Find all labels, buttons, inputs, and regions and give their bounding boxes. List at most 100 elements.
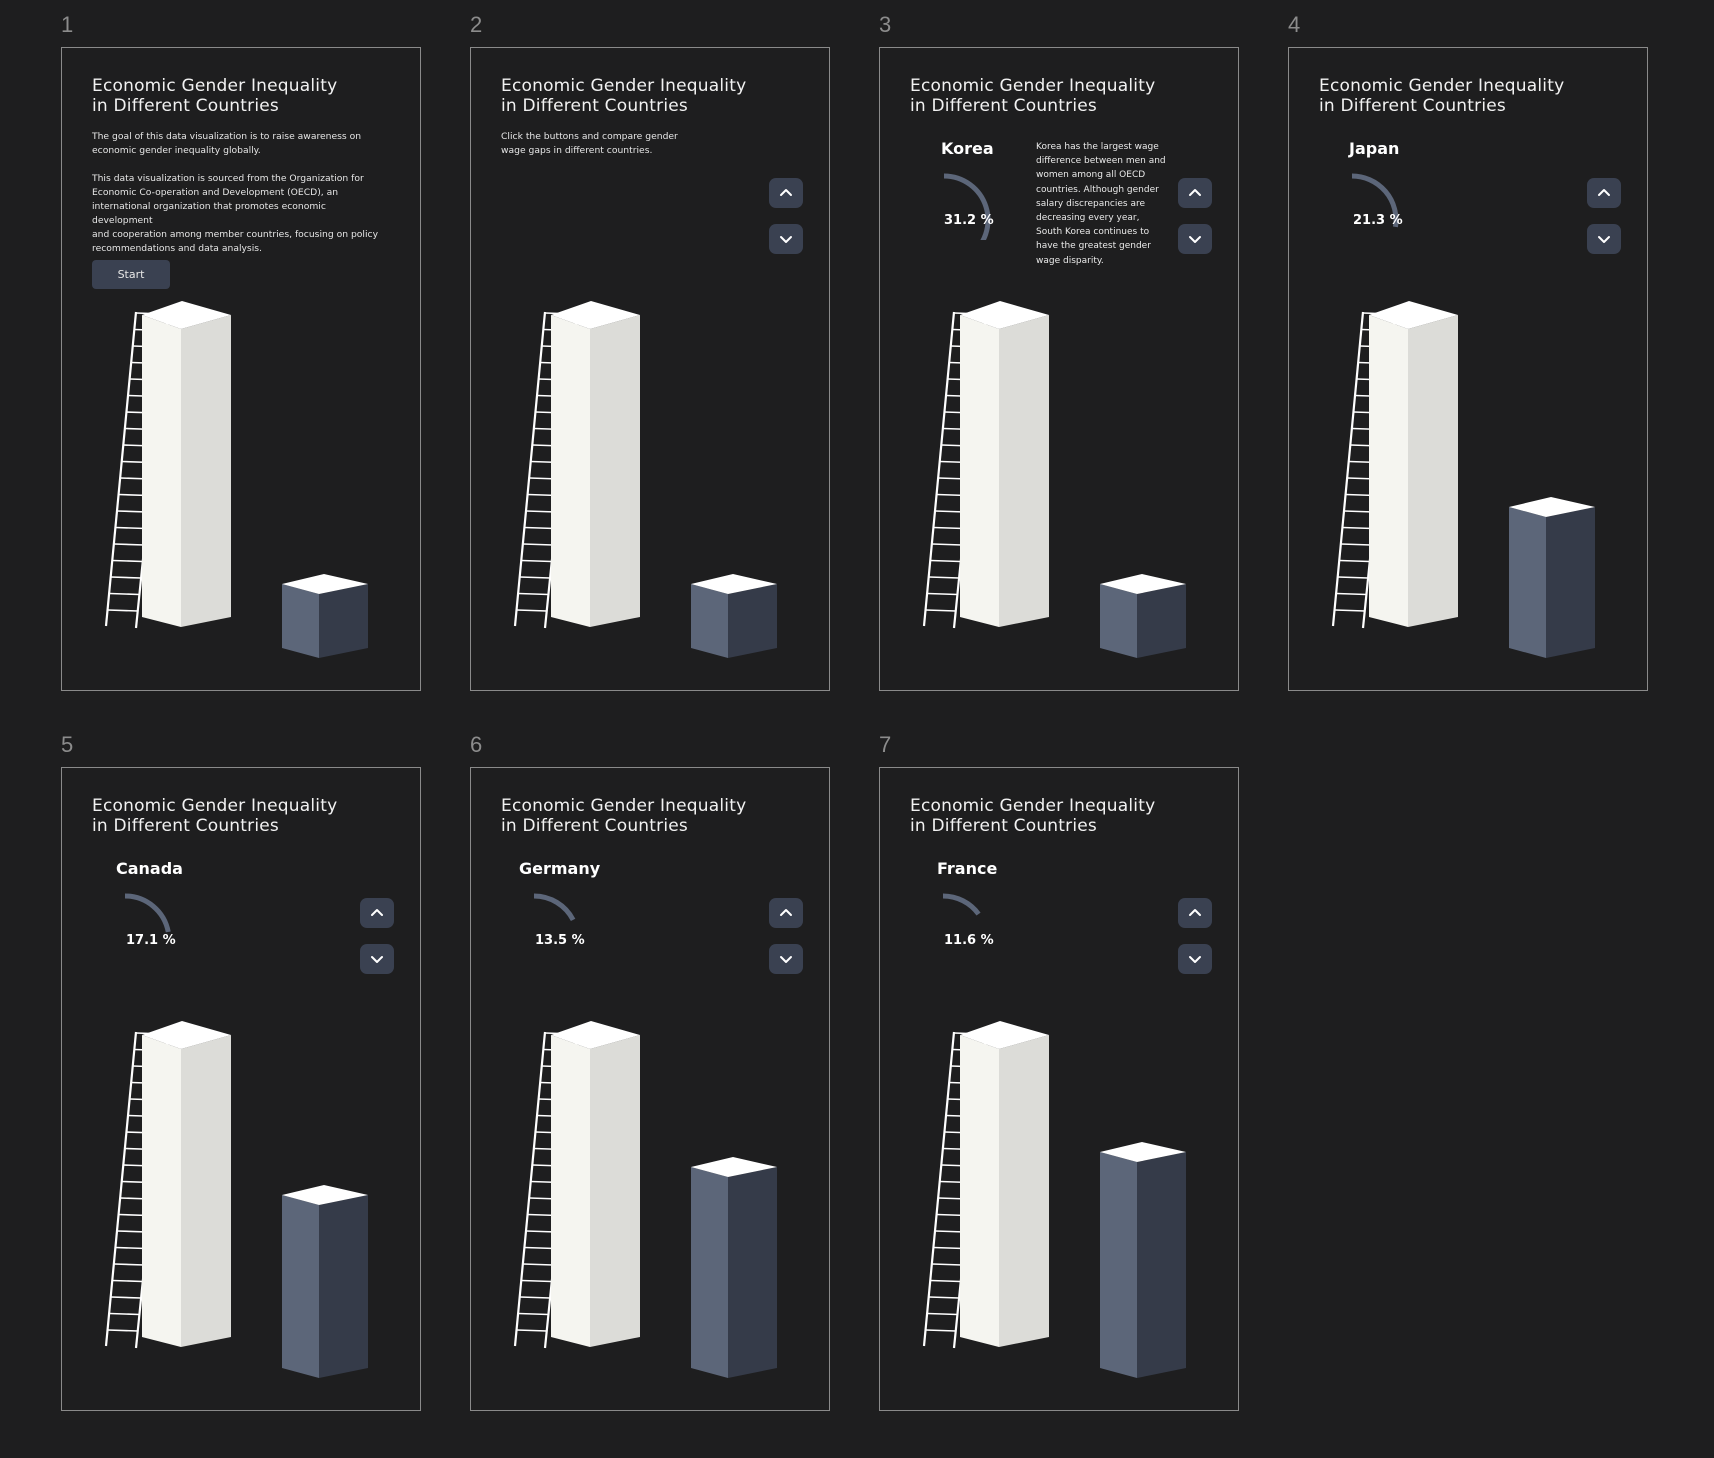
- ladder-rung: [520, 1296, 551, 1299]
- ladder-rail: [922, 1031, 956, 1347]
- ladder-rung: [930, 1279, 961, 1283]
- ladder-rung: [109, 592, 140, 596]
- pillar-front: [142, 315, 181, 627]
- men-pillar: [551, 1021, 640, 1347]
- ladder-rung: [107, 609, 139, 612]
- ladder-rung: [114, 543, 145, 546]
- ladder-rung: [927, 1312, 958, 1316]
- panel-intro: Economic Gender Inequality in Different …: [61, 47, 421, 691]
- women-block: [282, 1185, 368, 1378]
- ladder-rung: [1341, 543, 1372, 546]
- panel-canada: Economic Gender Inequality in Different …: [61, 767, 421, 1411]
- ladder-rung: [521, 1279, 552, 1283]
- panel-korea: Economic Gender Inequality in Different …: [879, 47, 1239, 691]
- women-block: [1509, 497, 1595, 658]
- pillar-front: [960, 315, 999, 627]
- pillar-front: [1369, 315, 1408, 627]
- pillar-front: [551, 315, 590, 627]
- ladder-rail: [1331, 311, 1365, 627]
- men-pillar: [142, 301, 231, 627]
- women-block: [1100, 574, 1186, 658]
- ladder-rung: [1342, 526, 1373, 530]
- block-front: [282, 1195, 319, 1378]
- ladder-rung: [523, 543, 554, 546]
- visualization: [104, 301, 368, 658]
- ladder-rung: [115, 526, 146, 530]
- pillar-side: [999, 1035, 1049, 1347]
- visualization: [513, 301, 777, 658]
- pillar-side: [181, 1035, 231, 1347]
- women-block: [1100, 1142, 1186, 1378]
- ladder-rail: [104, 1031, 138, 1347]
- ladder-rung: [930, 559, 961, 563]
- pillar-side: [590, 315, 640, 627]
- ladder-rung: [521, 559, 552, 563]
- block-front: [1100, 584, 1137, 658]
- ladder-rung: [524, 526, 555, 530]
- women-block: [691, 1157, 777, 1378]
- visualization: [104, 1021, 368, 1378]
- panel-germany: Economic Gender Inequality in Different …: [470, 767, 830, 1411]
- ladder-rung: [516, 1329, 548, 1332]
- visualization: [922, 1021, 1186, 1378]
- panel-france: Economic Gender Inequality in Different …: [879, 767, 1239, 1411]
- ladder-rail: [513, 311, 547, 627]
- step-number: 2: [470, 12, 483, 37]
- ladder-rung: [518, 1312, 549, 1316]
- ladder-rung: [1334, 609, 1366, 612]
- ladder-rung: [929, 1296, 960, 1299]
- block-front: [1100, 1152, 1137, 1378]
- ladder-rung: [115, 1246, 146, 1250]
- pillar-front: [142, 1035, 181, 1347]
- ladder-rung: [112, 1279, 143, 1283]
- ladder-rung: [925, 1329, 957, 1332]
- ladder-rung: [933, 526, 964, 530]
- block-front: [1509, 507, 1546, 658]
- step-number: 7: [879, 732, 892, 757]
- panel-instructions: Economic Gender Inequality in Different …: [470, 47, 830, 691]
- block-side: [319, 584, 368, 658]
- pillar-side: [999, 315, 1049, 627]
- visualization: [922, 301, 1186, 658]
- ladder-rung: [1339, 559, 1370, 563]
- step-number: 4: [1288, 12, 1301, 37]
- visualization: [1331, 301, 1595, 658]
- block-side: [728, 584, 777, 658]
- ladder-rung: [107, 1329, 139, 1332]
- ladder-rung: [516, 609, 548, 612]
- ladder-rung: [520, 576, 551, 579]
- men-pillar: [142, 1021, 231, 1347]
- step-number: 5: [61, 732, 74, 757]
- ladder-rung: [932, 1263, 963, 1266]
- ladder-rail: [104, 311, 138, 627]
- ladder-rail: [513, 1031, 547, 1347]
- ladder-rung: [1338, 576, 1369, 579]
- pillar-front: [551, 1035, 590, 1347]
- ladder-rung: [932, 543, 963, 546]
- ladder-rung: [112, 559, 143, 563]
- step-number: 1: [61, 12, 74, 37]
- ladder-rung: [925, 609, 957, 612]
- ladder-rung: [114, 1263, 145, 1266]
- pillar-side: [181, 315, 231, 627]
- ladder-rung: [927, 592, 958, 596]
- ladder-rung: [929, 576, 960, 579]
- step-number: 6: [470, 732, 483, 757]
- ladder-rung: [523, 1263, 554, 1266]
- men-pillar: [1369, 301, 1458, 627]
- pillar-side: [590, 1035, 640, 1347]
- block-side: [1137, 1152, 1186, 1378]
- women-block: [691, 574, 777, 658]
- ladder-rung: [933, 1246, 964, 1250]
- men-pillar: [551, 301, 640, 627]
- ladder-rail: [922, 311, 956, 627]
- block-front: [282, 584, 319, 658]
- ladder-rung: [109, 1312, 140, 1316]
- block-side: [1137, 584, 1186, 658]
- ladder-rung: [524, 1246, 555, 1250]
- pillar-front: [960, 1035, 999, 1347]
- block-front: [691, 1167, 728, 1378]
- block-front: [691, 584, 728, 658]
- ladder-rung: [518, 592, 549, 596]
- visualization: [513, 1021, 777, 1378]
